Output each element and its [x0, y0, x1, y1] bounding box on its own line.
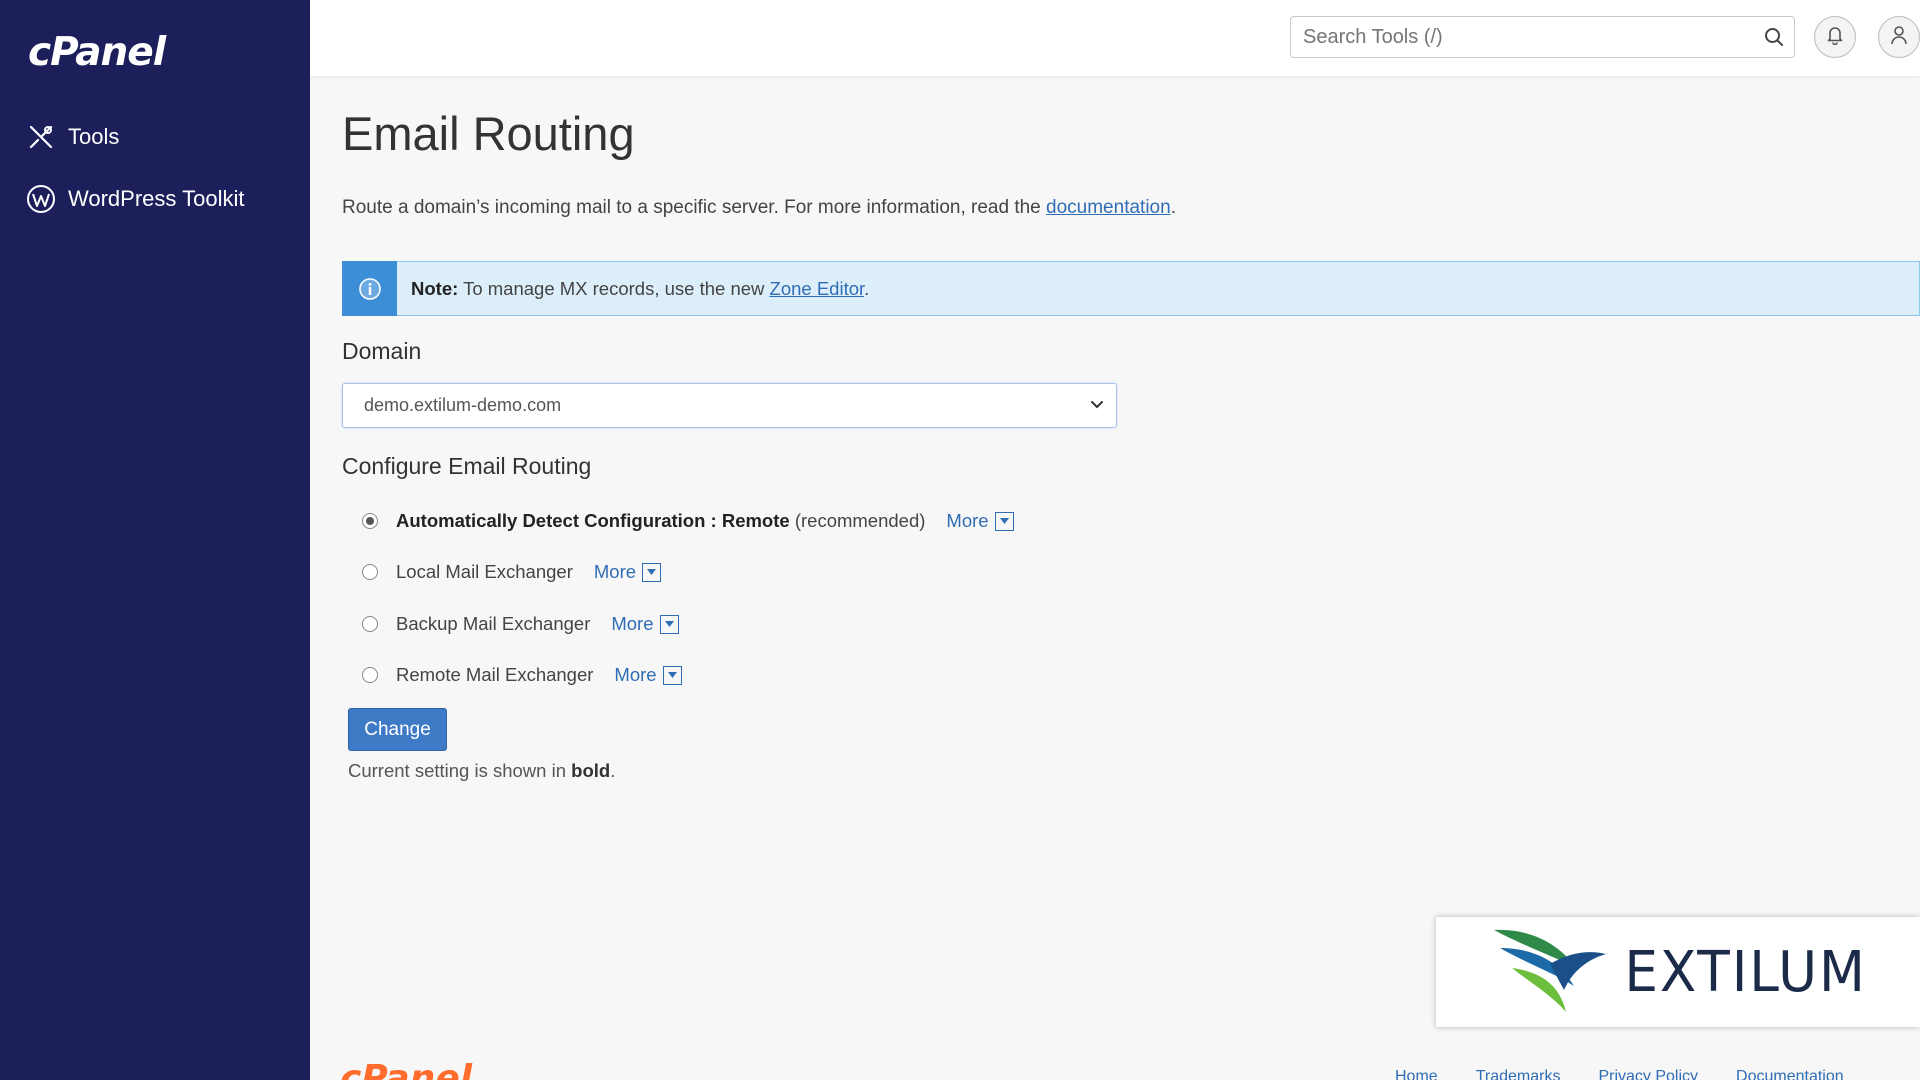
- user-icon: [1890, 25, 1908, 50]
- search-box[interactable]: [1290, 16, 1795, 58]
- footer-link-home[interactable]: Home: [1395, 1068, 1438, 1080]
- option-suffix: (recommended): [794, 510, 926, 531]
- domain-selected-value: demo.extilum-demo.com: [364, 395, 562, 415]
- note-text: Note: To manage MX records, use the new …: [411, 277, 870, 299]
- wordpress-icon: [26, 184, 56, 214]
- option-label: Local Mail Exchanger: [396, 561, 573, 582]
- sidebar-item-label: WordPress Toolkit: [68, 186, 245, 211]
- more-toggle[interactable]: More: [946, 510, 1014, 532]
- radio-backup[interactable]: [362, 616, 378, 632]
- expand-icon: [659, 614, 679, 634]
- configure-routing-title: Configure Email Routing: [342, 453, 592, 479]
- tools-icon: [26, 122, 56, 152]
- footer-link-documentation[interactable]: Documentation: [1736, 1068, 1844, 1080]
- page-title: Email Routing: [342, 107, 635, 160]
- more-toggle[interactable]: More: [611, 613, 679, 635]
- notifications-button[interactable]: [1814, 16, 1856, 58]
- footer-link-privacy-policy[interactable]: Privacy Policy: [1598, 1068, 1698, 1080]
- current-setting-note: Current setting is shown in bold.: [348, 760, 616, 781]
- expand-icon: [642, 562, 662, 582]
- zone-editor-link[interactable]: Zone Editor: [770, 278, 865, 299]
- sidebar-item-tools[interactable]: Tools: [26, 122, 119, 152]
- bell-icon: [1826, 25, 1844, 50]
- search-input[interactable]: [1291, 17, 1754, 57]
- cpanel-logo[interactable]: cPanel: [28, 30, 166, 80]
- more-toggle[interactable]: More: [594, 561, 662, 583]
- extilum-watermark: EXTILUM: [1436, 917, 1920, 1027]
- info-note: Note: To manage MX records, use the new …: [342, 261, 1920, 316]
- expand-icon: [994, 511, 1014, 531]
- extilum-logo-icon: [1490, 924, 1610, 1020]
- info-icon: [342, 261, 397, 316]
- radio-remote[interactable]: [362, 667, 378, 683]
- domain-select[interactable]: demo.extilum-demo.com: [342, 383, 1117, 428]
- option-label: Automatically Detect Configuration : Rem…: [396, 510, 790, 531]
- page-description: Route a domain’s incoming mail to a spec…: [342, 197, 1176, 218]
- option-label: Remote Mail Exchanger: [396, 664, 594, 685]
- radio-local[interactable]: [362, 564, 378, 580]
- documentation-link[interactable]: documentation: [1046, 197, 1171, 218]
- option-remote-mail-exchanger[interactable]: Remote Mail Exchanger More: [362, 664, 682, 686]
- expand-icon: [662, 665, 682, 685]
- more-toggle[interactable]: More: [614, 664, 682, 686]
- chevron-down-icon: [1090, 397, 1104, 415]
- domain-label: Domain: [342, 338, 422, 364]
- footer-link-trademarks[interactable]: Trademarks: [1476, 1068, 1561, 1080]
- user-menu-button[interactable]: [1878, 16, 1920, 58]
- option-backup-mail-exchanger[interactable]: Backup Mail Exchanger More: [362, 613, 679, 635]
- sidebar-item-label: Tools: [68, 124, 120, 149]
- sidebar-item-wordpress-toolkit[interactable]: WordPress Toolkit: [26, 184, 244, 214]
- radio-auto-detect[interactable]: [362, 513, 378, 529]
- search-icon[interactable]: [1754, 27, 1794, 47]
- footer-links: Home Trademarks Privacy Policy Documenta…: [1395, 1068, 1844, 1080]
- change-button[interactable]: Change: [348, 708, 447, 751]
- footer-cpanel-logo: cPanel: [340, 1058, 473, 1080]
- top-header: [310, 0, 1920, 76]
- option-auto-detect[interactable]: Automatically Detect Configuration : Rem…: [362, 510, 1014, 532]
- option-label: Backup Mail Exchanger: [396, 613, 591, 634]
- extilum-wordmark: EXTILUM: [1624, 939, 1867, 1005]
- option-local-mail-exchanger[interactable]: Local Mail Exchanger More: [362, 561, 662, 583]
- sidebar: cPanel Tools WordPress Toolkit: [0, 0, 310, 1080]
